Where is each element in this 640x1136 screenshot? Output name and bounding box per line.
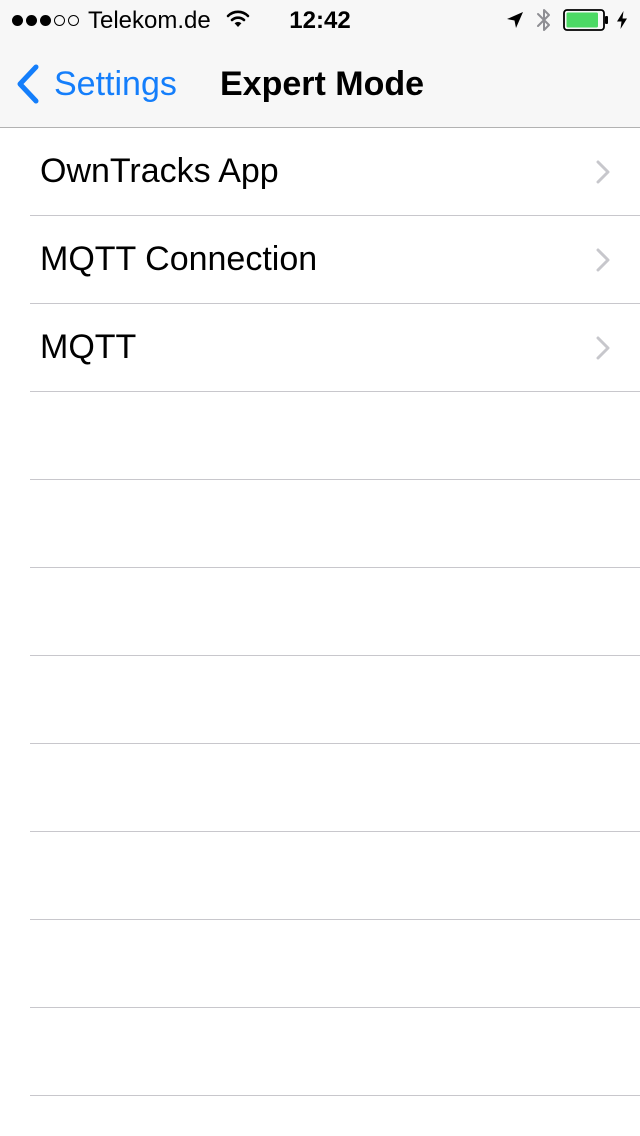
chevron-right-icon	[596, 336, 610, 360]
bluetooth-icon	[537, 9, 550, 31]
table-row-mqtt-connection[interactable]: MQTT Connection	[0, 216, 640, 304]
row-label: OwnTracks App	[40, 152, 279, 190]
chevron-right-icon	[596, 160, 610, 184]
charging-bolt-icon	[617, 11, 627, 29]
empty-row	[0, 832, 640, 920]
settings-table: OwnTracks App MQTT Connection MQTT	[0, 128, 640, 1096]
chevron-left-icon	[17, 64, 39, 104]
navigation-bar: Settings Expert Mode	[0, 40, 640, 128]
empty-row	[0, 920, 640, 1008]
battery-icon	[563, 9, 608, 31]
table-row-mqtt[interactable]: MQTT	[0, 304, 640, 392]
status-bar: Telekom.de 12:42	[0, 0, 640, 40]
location-arrow-icon	[507, 12, 523, 28]
empty-row	[0, 744, 640, 832]
chevron-right-icon	[596, 248, 610, 272]
empty-row	[0, 1008, 640, 1096]
empty-row	[0, 568, 640, 656]
row-label: MQTT Connection	[40, 240, 318, 278]
row-label: MQTT	[40, 328, 137, 366]
back-button-label: Settings	[54, 65, 177, 103]
empty-row	[0, 656, 640, 744]
header: Telekom.de 12:42 Settings Expert Mode	[0, 0, 640, 128]
table-row-owntracks-app[interactable]: OwnTracks App	[0, 128, 640, 216]
empty-row	[0, 480, 640, 568]
page-title: Expert Mode	[220, 65, 425, 103]
back-button[interactable]: Settings	[14, 62, 177, 106]
empty-row	[0, 392, 640, 480]
